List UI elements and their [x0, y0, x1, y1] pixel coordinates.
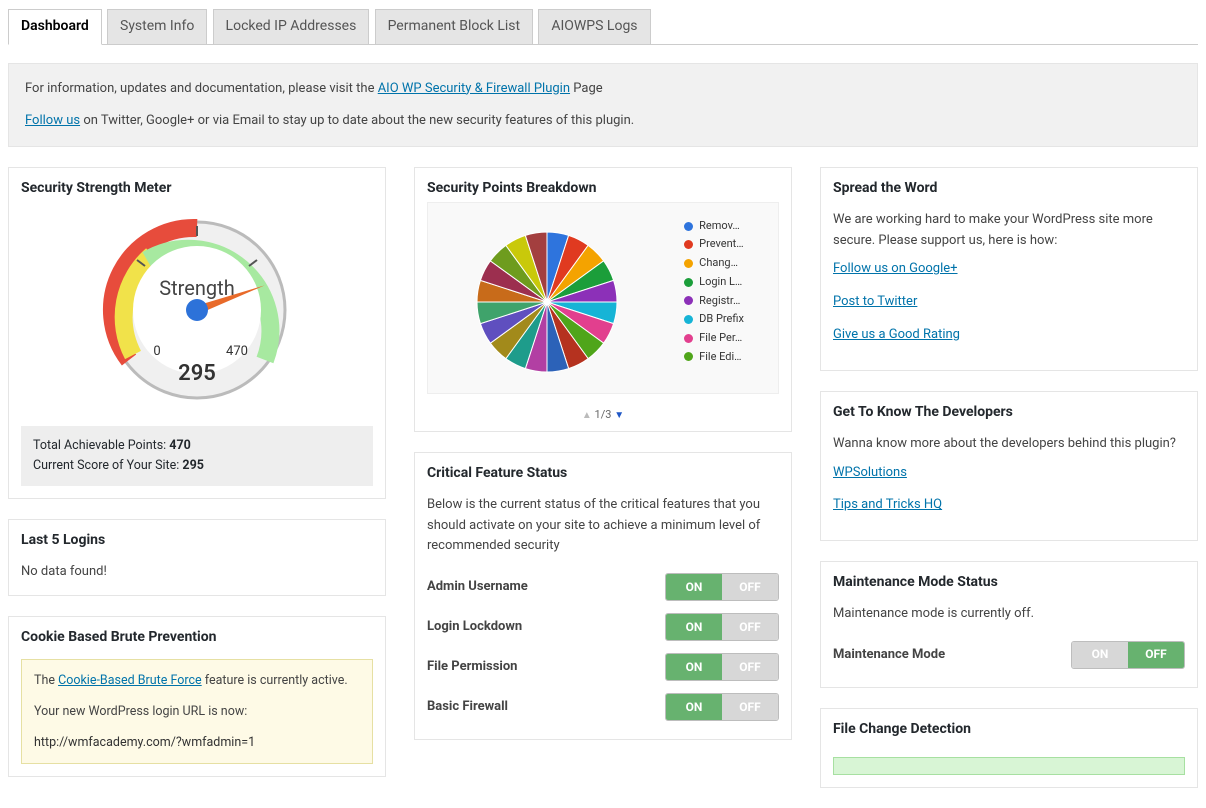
legend-swatch-icon — [684, 352, 693, 361]
feature-toggle[interactable]: ONOFF — [665, 573, 779, 601]
svg-text:295: 295 — [178, 361, 216, 386]
nav-tabs: Dashboard System Info Locked IP Addresse… — [8, 0, 1198, 45]
box-title: Last 5 Logins — [9, 520, 385, 554]
legend-label: Prevent… — [699, 235, 743, 254]
feature-toggle[interactable]: ONOFF — [665, 653, 779, 681]
feature-label: Login Lockdown — [427, 617, 522, 638]
legend-swatch-icon — [684, 240, 693, 249]
cookie-callout: The Cookie-Based Brute Force feature is … — [21, 659, 373, 765]
tab-aiowps-logs[interactable]: AIOWPS Logs — [538, 9, 650, 45]
feature-row: Basic Firewall ONOFF — [427, 687, 779, 727]
legend-swatch-icon — [684, 259, 693, 268]
plugin-link[interactable]: AIO WP Security & Firewall Plugin — [378, 81, 570, 96]
legend-swatch-icon — [684, 278, 693, 287]
login-url: http://wmfacademy.com/?wmfadmin=1 — [34, 732, 360, 753]
legend-swatch-icon — [684, 315, 693, 324]
maint-desc: Maintenance mode is currently off. — [833, 604, 1185, 625]
legend-item: File Edi… — [684, 348, 744, 367]
follow-us-link[interactable]: Follow us — [25, 113, 80, 128]
box-title: Get To Know The Developers — [821, 392, 1197, 426]
feature-row: File Permission ONOFF — [427, 647, 779, 687]
legend-label: DB Prefix — [699, 310, 744, 329]
svg-text:470: 470 — [226, 344, 248, 359]
security-strength-meter-box: Security Strength Meter Strength — [8, 167, 386, 499]
legend-label: File Per… — [699, 329, 742, 348]
tab-locked-ip[interactable]: Locked IP Addresses — [213, 9, 370, 45]
feature-row: Admin Username ONOFF — [427, 567, 779, 607]
box-title: Spread the Word — [821, 168, 1197, 202]
spread-word-box: Spread the Word We are working hard to m… — [820, 167, 1198, 371]
tab-dashboard[interactable]: Dashboard — [8, 9, 102, 45]
legend-swatch-icon — [684, 334, 693, 343]
feature-row: Login Lockdown ONOFF — [427, 607, 779, 647]
cookie-brute-link[interactable]: Cookie-Based Brute Force — [58, 673, 202, 688]
legend-item: Chang… — [684, 254, 744, 273]
box-title: Security Strength Meter — [9, 168, 385, 202]
critical-feature-box: Critical Feature Status Below is the cur… — [414, 452, 792, 740]
tab-system-info[interactable]: System Info — [107, 9, 207, 45]
legend-label: Remov… — [699, 217, 740, 236]
pie-legend: Remov…Prevent…Chang…Login L…Registr…DB P… — [684, 217, 744, 367]
gauge-stats: Total Achievable Points: 470 Current Sco… — [21, 426, 373, 486]
svg-text:0: 0 — [153, 344, 160, 359]
legend-label: File Edi… — [699, 348, 741, 367]
cookie-brute-box: Cookie Based Brute Prevention The Cookie… — [8, 616, 386, 778]
feature-label: Basic Firewall — [427, 697, 508, 718]
legend-item: File Per… — [684, 329, 744, 348]
box-title: File Change Detection — [821, 709, 1197, 743]
box-title: Cookie Based Brute Prevention — [9, 617, 385, 651]
link-wpsolutions[interactable]: WPSolutions — [833, 463, 1185, 484]
feature-label: Admin Username — [427, 577, 528, 598]
legend-item: Remov… — [684, 217, 744, 236]
file-change-box: File Change Detection — [820, 708, 1198, 788]
box-title: Critical Feature Status — [415, 453, 791, 487]
legend-label: Login L… — [699, 273, 742, 292]
legend-label: Registr… — [699, 292, 740, 311]
info-text: For information, updates and documentati… — [25, 81, 378, 96]
link-rating[interactable]: Give us a Good Rating — [833, 325, 1185, 346]
maintenance-toggle[interactable]: ON OFF — [1071, 641, 1185, 669]
points-breakdown-box: Security Points Breakdown Remov…Prevent…… — [414, 167, 792, 432]
legend-pager: ▲ 1/3 ▼ — [415, 406, 791, 431]
last-logins-body: No data found! — [9, 554, 385, 595]
link-twitter[interactable]: Post to Twitter — [833, 292, 1185, 313]
legend-item: Login L… — [684, 273, 744, 292]
info-text: Page — [573, 81, 602, 96]
spread-desc: We are working hard to make your WordPre… — [833, 210, 1185, 252]
legend-swatch-icon — [684, 222, 693, 231]
pager-prev-icon[interactable]: ▲ — [582, 410, 592, 421]
legend-item: DB Prefix — [684, 310, 744, 329]
box-title: Security Points Breakdown — [415, 168, 791, 202]
maint-label: Maintenance Mode — [833, 645, 945, 666]
feature-label: File Permission — [427, 657, 517, 678]
gauge-icon: Strength 0 470 295 — [97, 210, 297, 400]
file-change-status — [833, 757, 1185, 775]
feature-toggle[interactable]: ONOFF — [665, 613, 779, 641]
critical-desc: Below is the current status of the criti… — [427, 495, 779, 557]
legend-label: Chang… — [699, 254, 738, 273]
legend-swatch-icon — [684, 296, 693, 305]
pager-text: 1/3 — [595, 408, 612, 421]
box-title: Maintenance Mode Status — [821, 562, 1197, 596]
info-notice: For information, updates and documentati… — [8, 63, 1198, 147]
link-tipsntricks[interactable]: Tips and Tricks HQ — [833, 495, 1185, 516]
pie-chart — [462, 217, 632, 387]
legend-item: Prevent… — [684, 235, 744, 254]
tab-permanent-block[interactable]: Permanent Block List — [375, 9, 534, 45]
maintenance-box: Maintenance Mode Status Maintenance mode… — [820, 561, 1198, 688]
pager-next-icon[interactable]: ▼ — [614, 410, 624, 421]
developers-box: Get To Know The Developers Wanna know mo… — [820, 391, 1198, 541]
link-googleplus[interactable]: Follow us on Google+ — [833, 259, 1185, 280]
feature-toggle[interactable]: ONOFF — [665, 693, 779, 721]
legend-item: Registr… — [684, 292, 744, 311]
info-text: on Twitter, Google+ or via Email to stay… — [83, 113, 634, 128]
devs-desc: Wanna know more about the developers beh… — [833, 434, 1185, 455]
last-logins-box: Last 5 Logins No data found! — [8, 519, 386, 596]
svg-text:Strength: Strength — [159, 276, 234, 300]
